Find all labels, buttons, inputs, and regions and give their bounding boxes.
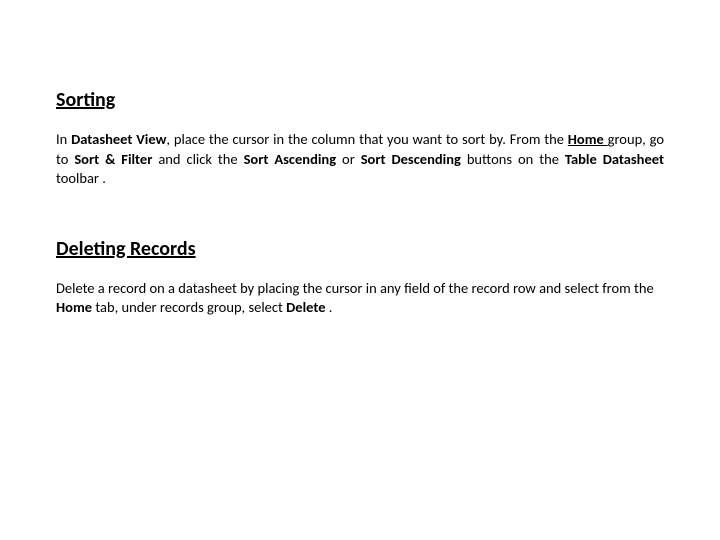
text: toolbar . (56, 169, 106, 187)
paragraph-sorting: In Datasheet View, place the cursor in t… (56, 130, 664, 189)
bold-text: Table Datasheet (565, 150, 664, 168)
text: buttons on the (467, 150, 565, 168)
text: or (342, 150, 361, 168)
text: , place the cursor in the column that yo… (166, 130, 567, 148)
text: . (329, 298, 333, 316)
heading-deleting-records: Deleting Records (56, 237, 664, 261)
section-deleting-records: Deleting Records Delete a record on a da… (56, 237, 664, 318)
bold-text: Sort Descending (361, 150, 467, 168)
section-sorting: Sorting In Datasheet View, place the cur… (56, 88, 664, 189)
bold-text: Sort & Filter (74, 150, 158, 168)
text: tab, under records group, select (95, 298, 286, 316)
bold-text: Sort Ascending (244, 150, 342, 168)
text: Delete a record on a datasheet by placin… (56, 279, 654, 297)
paragraph-deleting-records: Delete a record on a datasheet by placin… (56, 279, 664, 318)
bold-text: Home (56, 298, 95, 316)
bold-text: Datasheet View (71, 130, 166, 148)
heading-sorting: Sorting (56, 88, 664, 112)
text: In (56, 130, 71, 148)
text: and click the (158, 150, 243, 168)
bold-underline-text: Home (568, 130, 608, 148)
bold-text: Delete (286, 298, 329, 316)
